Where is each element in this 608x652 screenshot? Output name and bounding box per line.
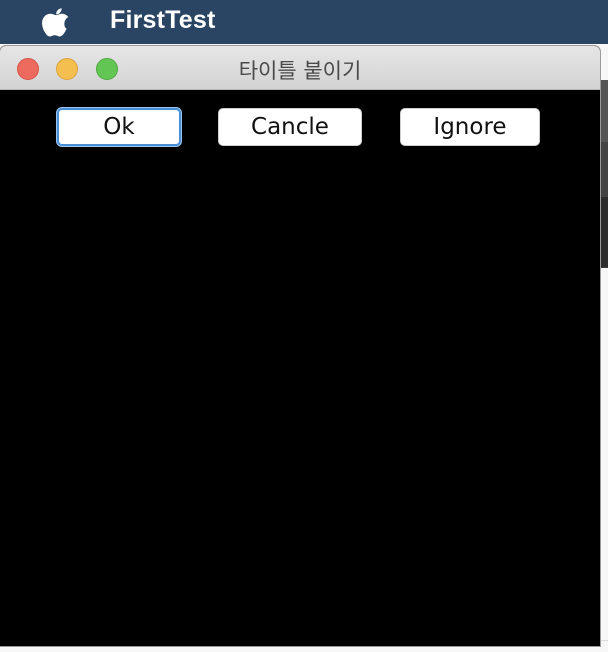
window-content: Ok Cancle Ignore: [0, 90, 600, 646]
menu-bar: FirstTest: [0, 0, 608, 44]
window-titlebar[interactable]: 타이틀 붙이기: [0, 46, 600, 90]
app-window: 타이틀 붙이기 Ok Cancle Ignore: [0, 46, 600, 646]
ok-button[interactable]: Ok: [57, 108, 181, 146]
apple-logo-icon[interactable]: [42, 7, 70, 37]
cancle-button[interactable]: Cancle: [218, 108, 362, 146]
window-title: 타이틀 붙이기: [238, 59, 362, 83]
app-name[interactable]: FirstTest: [110, 6, 216, 35]
ignore-button[interactable]: Ignore: [400, 108, 540, 146]
